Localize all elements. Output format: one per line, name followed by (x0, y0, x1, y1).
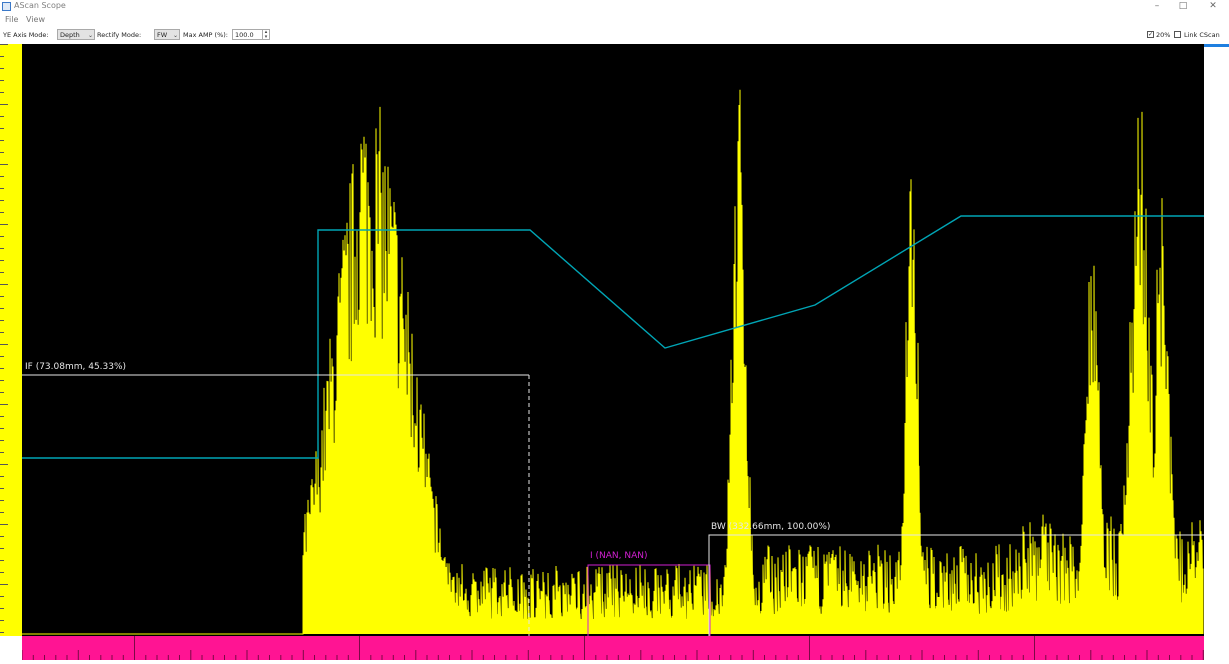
ye-axis-mode-select[interactable]: Depth ⌄ (57, 29, 95, 40)
max-amp-value: 100.0 (235, 31, 254, 39)
close-button[interactable]: ✕ (1200, 0, 1226, 13)
gate-i-label: I (NAN, NAN) (590, 551, 648, 561)
window-title: AScan Scope (14, 1, 66, 10)
title-bar: AScan Scope – □ ✕ (0, 0, 1229, 13)
scrollbar-thumb[interactable] (1204, 44, 1229, 47)
ascan-plot[interactable]: IF (73.08mm, 45.33%) I (NAN, NAN) BW (33… (22, 44, 1204, 636)
chevron-down-icon: ⌄ (87, 32, 93, 39)
checkbox-link-cscan-label: Link CScan (1184, 31, 1220, 39)
ye-axis-mode-value: Depth (60, 31, 80, 39)
maximize-button[interactable]: □ (1170, 0, 1196, 13)
app-icon (2, 2, 11, 11)
tcg-curve[interactable] (22, 215, 1204, 459)
ascan-plot-svg[interactable] (22, 44, 1204, 636)
checkbox-20pct-label: 20% (1156, 31, 1171, 39)
chevron-down-icon: ⌄ (172, 32, 178, 39)
depth-axis-ticks (22, 636, 1204, 660)
max-amp-input[interactable]: 100.0 ▴ ▾ (232, 29, 270, 40)
right-scrollbar[interactable] (1204, 44, 1229, 664)
gate-bw-label: BW (332.66mm, 100.00%) (711, 522, 831, 532)
amplitude-ruler (0, 44, 23, 636)
checkbox-20pct[interactable]: ✓ (1147, 31, 1154, 38)
menu-view[interactable]: View (26, 15, 45, 24)
minimize-button[interactable]: – (1144, 0, 1170, 13)
toolbar: YE Axis Mode: Depth ⌄ Rectify Mode: FW ⌄… (0, 27, 1229, 43)
rectify-mode-value: FW (157, 31, 168, 39)
checkbox-link-cscan[interactable] (1174, 31, 1181, 38)
max-amp-label: Max AMP (%): (183, 31, 228, 39)
depth-axis[interactable] (22, 636, 1204, 660)
ruler-ticks (0, 44, 8, 633)
gate-if-label: IF (73.08mm, 45.33%) (25, 362, 127, 372)
axis-corner (0, 636, 22, 664)
rectify-mode-label: Rectify Mode: (97, 31, 142, 39)
rectify-mode-select[interactable]: FW ⌄ (154, 29, 180, 40)
menu-bar: File View (0, 13, 1229, 26)
menu-file[interactable]: File (5, 15, 18, 24)
spinner-icon[interactable]: ▴ ▾ (262, 30, 269, 40)
ye-axis-mode-label: YE Axis Mode: (3, 31, 49, 39)
